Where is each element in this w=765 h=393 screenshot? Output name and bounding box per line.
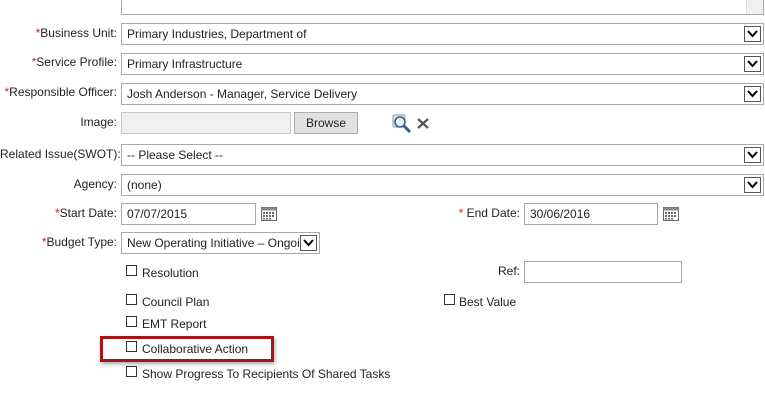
start-date-value: 07/07/2015 <box>127 207 188 221</box>
budget-type-value: New Operating Initiative – Ongoing <box>127 236 299 250</box>
emt-report-checkbox[interactable] <box>126 316 137 327</box>
service-profile-dropdown-button[interactable] <box>744 56 761 72</box>
responsible-officer-select[interactable]: Josh Anderson - Manager, Service Deliver… <box>121 83 764 105</box>
emt-report-label: EMT Report <box>142 317 207 331</box>
textarea-scrollbar[interactable] <box>746 0 763 14</box>
collaborative-action-label: Collaborative Action <box>142 342 249 356</box>
chevron-down-icon <box>747 60 758 68</box>
business-unit-value: Primary Industries, Department of <box>127 27 307 41</box>
chevron-down-icon <box>747 181 758 189</box>
chevron-down-icon <box>747 151 758 159</box>
service-profile-select[interactable]: Primary Infrastructure <box>121 53 764 75</box>
best-value-checkbox[interactable] <box>444 294 455 305</box>
chevron-down-icon <box>747 30 758 38</box>
council-plan-label: Council Plan <box>142 295 210 309</box>
show-progress-label: Show Progress To Recipients Of Shared Ta… <box>142 367 391 381</box>
end-date-label: * End Date: <box>458 206 520 220</box>
agency-value: (none) <box>127 178 162 192</box>
browse-button[interactable]: Browse <box>294 112 358 134</box>
budget-type-select[interactable]: New Operating Initiative – Ongoing <box>121 232 320 254</box>
related-issue-select[interactable]: -- Please Select -- <box>121 144 764 166</box>
close-icon[interactable] <box>416 117 430 133</box>
ref-input[interactable] <box>524 261 682 283</box>
calendar-icon[interactable] <box>663 207 679 221</box>
resolution-label: Resolution <box>142 266 199 280</box>
related-issue-value: -- Please Select -- <box>127 148 224 162</box>
best-value-label: Best Value <box>459 295 517 309</box>
agency-label: Agency: <box>73 177 117 191</box>
budget-type-dropdown-button[interactable] <box>300 235 317 251</box>
start-date-input[interactable]: 07/07/2015 <box>121 203 256 225</box>
service-profile-value: Primary Infrastructure <box>127 57 243 71</box>
related-issue-dropdown-button[interactable] <box>744 147 761 163</box>
related-issue-label: Related Issue(SWOT): <box>0 147 121 161</box>
responsible-officer-value: Josh Anderson - Manager, Service Deliver… <box>127 87 358 101</box>
responsible-officer-label: *Responsible Officer: <box>4 85 117 99</box>
agency-dropdown-button[interactable] <box>744 177 761 193</box>
image-file-input[interactable] <box>121 112 291 134</box>
start-date-label: *Start Date: <box>54 206 117 220</box>
show-progress-checkbox[interactable] <box>126 366 137 377</box>
business-unit-label: *Business Unit: <box>35 26 117 40</box>
budget-type-label: *Budget Type: <box>41 235 117 249</box>
council-plan-checkbox[interactable] <box>126 294 137 305</box>
calendar-icon[interactable] <box>261 207 277 221</box>
service-profile-label: *Service Profile: <box>31 55 117 69</box>
required-marker: * <box>458 206 464 220</box>
ref-label: Ref: <box>497 264 520 278</box>
chevron-down-icon <box>747 90 758 98</box>
responsible-officer-dropdown-button[interactable] <box>744 86 761 102</box>
end-date-value: 30/06/2016 <box>530 207 591 221</box>
image-label: Image: <box>80 115 117 129</box>
resolution-checkbox[interactable] <box>126 265 137 276</box>
business-unit-select[interactable]: Primary Industries, Department of <box>121 23 764 45</box>
agency-select[interactable]: (none) <box>121 174 764 196</box>
end-date-input[interactable]: 30/06/2016 <box>524 203 658 225</box>
chevron-down-icon <box>303 239 314 247</box>
collaborative-action-checkbox[interactable] <box>126 341 137 352</box>
description-textarea[interactable] <box>121 0 764 15</box>
business-unit-dropdown-button[interactable] <box>744 26 761 42</box>
magnifier-icon[interactable] <box>392 114 412 136</box>
